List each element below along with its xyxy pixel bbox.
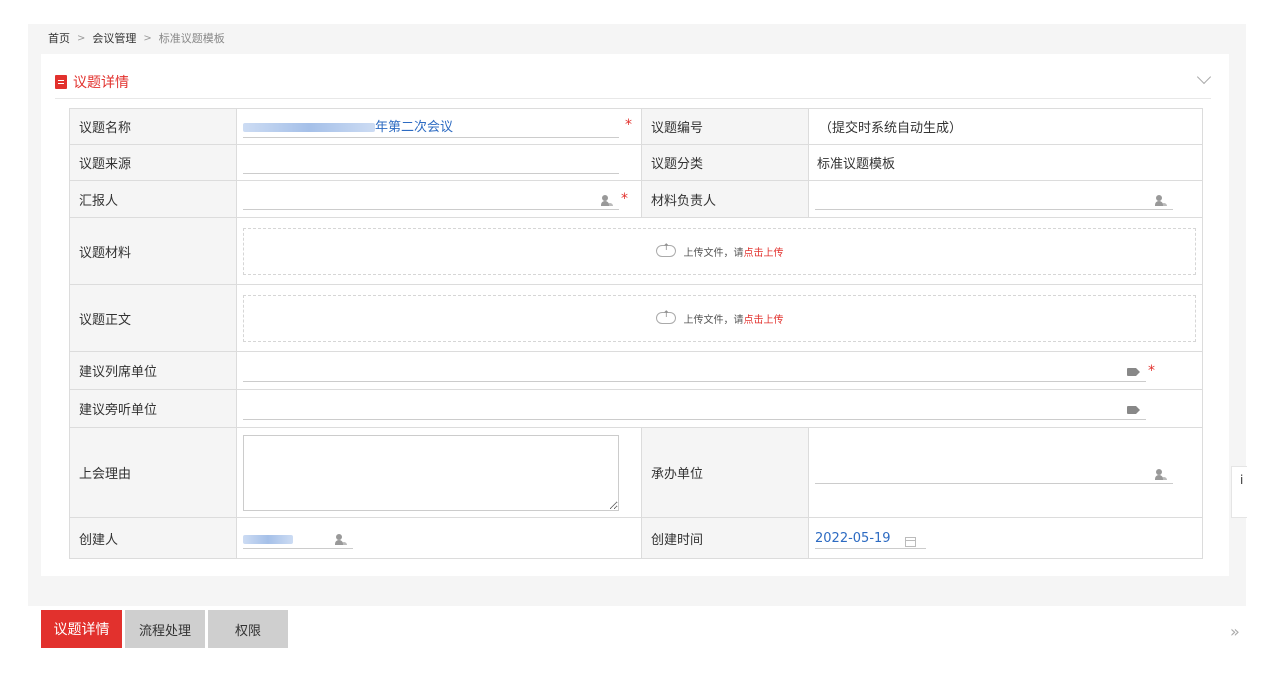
upload-hint: 上传文件，请 (683, 247, 744, 259)
label-reason: 上会理由 (69, 427, 237, 518)
label-topic-no: 议题编号 (641, 108, 809, 145)
label-created-time: 创建时间 (641, 517, 809, 559)
materials-upload-area[interactable]: 上传文件，请 点击上传 (243, 227, 1196, 275)
label-suggested-observer: 建议旁听单位 (69, 389, 237, 428)
row-suggested-observer: 建议旁听单位 (69, 389, 1203, 428)
divider (55, 98, 1211, 99)
creator-field[interactable] (236, 517, 642, 559)
breadcrumb-home[interactable]: 首页 (48, 30, 70, 46)
material-owner-field[interactable] (808, 180, 1203, 218)
upload-link[interactable]: 点击上传 (744, 311, 784, 326)
row-topic-source: 议题来源 议题分类 标准议题模板 (69, 144, 1203, 181)
suggested-observer-field[interactable] (236, 389, 1203, 428)
reporter-field[interactable]: * (236, 180, 642, 218)
required-mark: * (1148, 363, 1155, 379)
topic-category-value: 标准议题模板 (808, 144, 1203, 181)
body-upload-cell: 上传文件，请 点击上传 (236, 284, 1203, 352)
topic-source-field[interactable] (236, 144, 642, 181)
person-select-icon[interactable] (335, 534, 349, 546)
cloud-upload-icon (655, 310, 676, 324)
label-topic-source: 议题来源 (69, 144, 237, 181)
topic-detail-card: 议题详情 议题名称 年第二次会议 * 议题编号 （提交时系统自动生成） 议题来源 (41, 54, 1229, 576)
label-body: 议题正文 (69, 284, 237, 352)
suggested-attendee-field[interactable]: * (236, 351, 1203, 390)
chevron-down-icon[interactable] (1196, 69, 1212, 85)
person-select-icon[interactable] (1155, 468, 1169, 481)
label-topic-category: 议题分类 (641, 144, 809, 181)
side-widget[interactable]: i (1231, 466, 1247, 518)
topic-name-value: 年第二次会议 (375, 119, 454, 135)
topic-name-field[interactable]: 年第二次会议 * (236, 108, 642, 145)
calendar-icon[interactable] (904, 537, 916, 547)
double-chevron-right-icon[interactable]: » (1230, 622, 1240, 641)
row-body: 议题正文 上传文件，请 点击上传 (69, 284, 1203, 352)
breadcrumb-meeting[interactable]: 会议管理 (92, 30, 136, 46)
topic-no-value: （提交时系统自动生成） (808, 108, 1203, 145)
label-materials: 议题材料 (69, 217, 237, 285)
reason-cell (236, 427, 642, 518)
section-header: 议题详情 (55, 72, 129, 92)
materials-upload-cell: 上传文件，请 点击上传 (236, 217, 1203, 285)
person-select-icon[interactable] (1155, 195, 1169, 207)
row-suggested-attendee: 建议列席单位 * (69, 351, 1203, 390)
person-select-icon[interactable] (601, 195, 615, 207)
tab-topic-detail[interactable]: 议题详情 (41, 610, 122, 648)
cloud-upload-icon (655, 243, 676, 257)
section-title: 议题详情 (73, 75, 129, 91)
label-suggested-attendee: 建议列席单位 (69, 351, 237, 390)
bottom-tabs: 议题详情 流程处理 权限 (41, 610, 291, 648)
label-topic-name: 议题名称 (69, 108, 237, 145)
row-reason: 上会理由 承办单位 (69, 427, 1203, 518)
breadcrumb-separator: > (77, 32, 86, 44)
required-mark: * (621, 191, 628, 207)
required-mark: * (625, 117, 632, 133)
label-reporter: 汇报人 (69, 180, 237, 218)
undertaker-field[interactable] (808, 427, 1203, 518)
row-topic-name: 议题名称 年第二次会议 * 议题编号 （提交时系统自动生成） (69, 108, 1203, 145)
topic-form: 议题名称 年第二次会议 * 议题编号 （提交时系统自动生成） 议题来源 议题分类… (69, 108, 1203, 559)
row-materials: 议题材料 上传文件，请 点击上传 (69, 217, 1203, 285)
created-time-field[interactable]: 2022-05-19 (808, 517, 1203, 559)
label-undertaker: 承办单位 (641, 427, 809, 518)
created-time-value: 2022-05-19 (815, 531, 891, 546)
row-creator: 创建人 创建时间 2022-05-19 (69, 517, 1203, 559)
tag-icon[interactable] (1127, 367, 1140, 376)
redacted-text (243, 122, 375, 132)
tab-workflow[interactable]: 流程处理 (125, 610, 205, 648)
breadcrumb-current: 标准议题模板 (158, 32, 225, 45)
row-reporter: 汇报人 * 材料负责人 (69, 180, 1203, 218)
label-creator: 创建人 (69, 517, 237, 559)
redacted-text (243, 535, 293, 544)
label-material-owner: 材料负责人 (641, 180, 809, 218)
breadcrumb: 首页 > 会议管理 > 标准议题模板 (48, 30, 225, 46)
body-upload-area[interactable]: 上传文件，请 点击上传 (243, 294, 1196, 342)
tag-icon[interactable] (1127, 405, 1140, 414)
breadcrumb-separator: > (143, 32, 152, 44)
reason-textarea[interactable] (243, 434, 619, 511)
document-icon (55, 75, 67, 89)
upload-link[interactable]: 点击上传 (744, 244, 784, 259)
tab-permissions[interactable]: 权限 (208, 610, 288, 648)
upload-hint: 上传文件，请 (683, 314, 744, 326)
